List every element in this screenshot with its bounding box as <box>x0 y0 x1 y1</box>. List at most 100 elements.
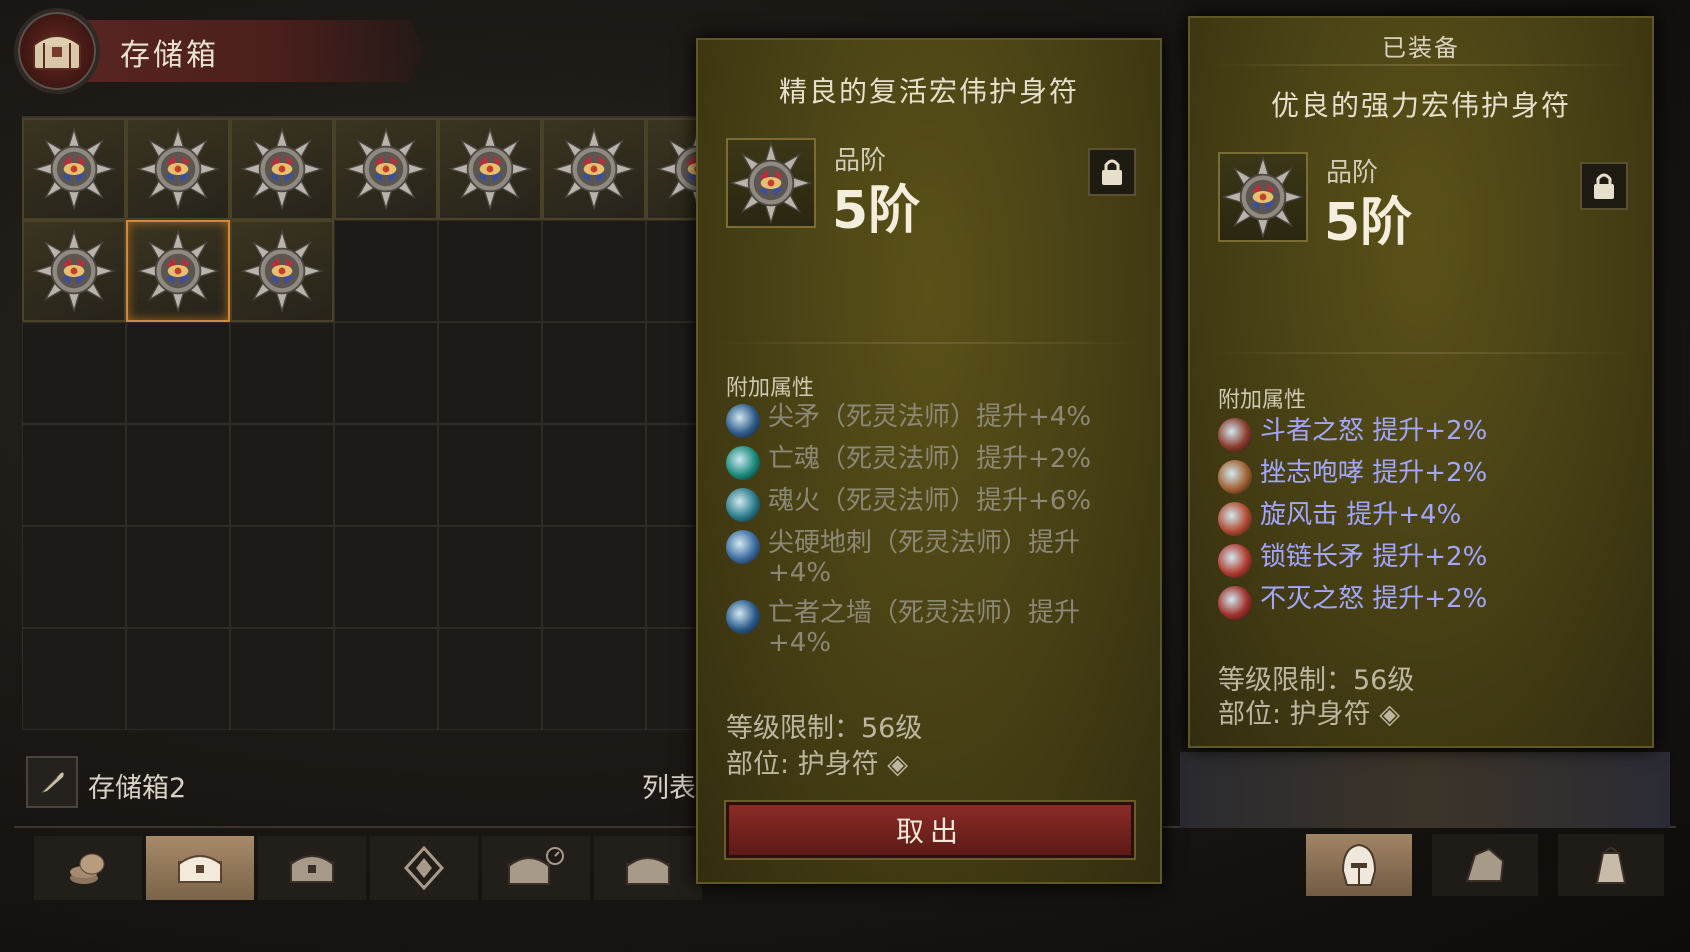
storage-grid <box>22 116 750 732</box>
inventory-slot[interactable] <box>126 526 230 628</box>
equipped-label: 已装备 <box>1382 34 1460 62</box>
inventory-slot[interactable] <box>438 628 542 730</box>
inventory-slot[interactable] <box>230 220 334 322</box>
attribute-text: 尖硬地刺（死灵法师）提升+4% <box>768 528 1081 588</box>
inventory-slot[interactable] <box>230 526 334 628</box>
level-requirement: 等级限制：56级 <box>726 713 923 744</box>
item-thumbnail <box>1218 152 1308 242</box>
item-thumbnail <box>726 138 816 228</box>
inventory-slot[interactable] <box>334 118 438 220</box>
tier-value: 5阶 <box>1324 193 1413 253</box>
inventory-slot[interactable] <box>22 526 126 628</box>
inventory-slot[interactable] <box>542 628 646 730</box>
inventory-slot[interactable] <box>230 424 334 526</box>
inventory-slot[interactable] <box>334 424 438 526</box>
tab-storage-extra[interactable] <box>594 836 702 900</box>
attribute-text: 魂火（死灵法师）提升+6% <box>768 486 1092 516</box>
tab-timed-storage[interactable] <box>482 836 590 900</box>
tab-storage-2[interactable] <box>258 836 366 900</box>
tab-equipment[interactable] <box>1306 834 1412 896</box>
inventory-slot[interactable] <box>542 220 646 322</box>
attribute-row: 旋风击 提升+4% <box>1218 500 1461 536</box>
rage-icon <box>1218 418 1252 452</box>
inventory-slot[interactable] <box>334 220 438 322</box>
chest-icon <box>290 855 334 883</box>
attribute-row: 尖硬地刺（死灵法师）提升+4% <box>726 528 1108 588</box>
attribute-row: 尖矛（死灵法师）提升+4% <box>726 402 1108 438</box>
inventory-slot[interactable] <box>438 424 542 526</box>
tab-storage-1[interactable] <box>146 836 254 900</box>
tab-gems[interactable] <box>370 836 478 900</box>
amulet-icon <box>135 126 221 212</box>
tab-materials[interactable] <box>1432 834 1538 896</box>
amulet-icon <box>135 228 221 314</box>
list-view-toggle[interactable]: 列表 <box>642 766 696 805</box>
chain-spear-icon <box>1218 544 1252 578</box>
inventory-slot[interactable] <box>542 526 646 628</box>
inventory-slot[interactable] <box>230 322 334 424</box>
chest-icon <box>626 857 670 885</box>
inventory-slot[interactable] <box>334 526 438 628</box>
inventory-slot[interactable] <box>126 220 230 322</box>
amulet-icon <box>239 126 325 212</box>
lock-button[interactable] <box>1580 162 1628 210</box>
item-slot: 部位: 护身符 ◈ <box>726 749 909 780</box>
attribute-row: 亡魂（死灵法师）提升+2% <box>726 444 1108 480</box>
storage-name: 存储箱2 <box>88 773 187 804</box>
inventory-slot[interactable] <box>126 628 230 730</box>
chest-icon <box>178 855 222 883</box>
whirlwind-icon <box>1218 502 1252 536</box>
inventory-slot[interactable] <box>438 322 542 424</box>
amulet-icon <box>343 126 429 212</box>
page-title: 存储箱 <box>120 38 219 73</box>
inventory-slot[interactable] <box>438 220 542 322</box>
ore-icon <box>1465 847 1505 882</box>
amulet-slot-icon: ◈ <box>887 749 909 780</box>
tab-inventory-bag[interactable] <box>1558 834 1664 896</box>
bag-icon <box>1595 847 1627 884</box>
rename-storage-button[interactable] <box>26 756 78 808</box>
attribute-row: 魂火（死灵法师）提升+6% <box>726 486 1108 522</box>
storage-header: 存储箱 <box>14 8 424 94</box>
attribute-row: 亡者之墙（死灵法师）提升+4% <box>726 598 1108 658</box>
inventory-slot[interactable] <box>542 322 646 424</box>
inventory-slot[interactable] <box>438 118 542 220</box>
gem-icon <box>403 846 445 890</box>
bone-wall-icon <box>726 600 760 634</box>
inventory-slot[interactable] <box>230 628 334 730</box>
chest-timer-icon <box>508 847 564 885</box>
lock-button[interactable] <box>1088 148 1136 196</box>
inventory-slot[interactable] <box>22 220 126 322</box>
inventory-slot[interactable] <box>126 424 230 526</box>
inventory-slot[interactable] <box>22 322 126 424</box>
take-out-button[interactable]: 取出 <box>726 802 1134 858</box>
lock-icon <box>1102 159 1122 185</box>
roar-icon <box>1218 460 1252 494</box>
item-name: 精良的复活宏伟护身符 <box>778 75 1079 108</box>
inventory-slot[interactable] <box>438 526 542 628</box>
chest-emblem-icon <box>14 8 100 94</box>
item-slot: 部位: 护身符 ◈ <box>1218 699 1401 730</box>
inventory-slot[interactable] <box>542 424 646 526</box>
inventory-slot[interactable] <box>542 118 646 220</box>
undying-icon <box>1218 586 1252 620</box>
divider <box>1210 64 1632 66</box>
inventory-slot[interactable] <box>230 118 334 220</box>
attribute-text: 旋风击 提升+4% <box>1260 500 1462 530</box>
inventory-slot[interactable] <box>22 628 126 730</box>
amulet-slot-icon: ◈ <box>1379 699 1401 730</box>
inventory-slot[interactable] <box>334 628 438 730</box>
lock-icon <box>1594 173 1614 199</box>
inventory-slot[interactable] <box>334 322 438 424</box>
ground-spike-icon <box>726 530 760 564</box>
item-name: 优良的强力宏伟护身符 <box>1270 89 1571 122</box>
inventory-slot[interactable] <box>126 118 230 220</box>
tab-currency[interactable] <box>34 836 142 900</box>
soul-icon <box>726 446 760 480</box>
inventory-slot[interactable] <box>22 118 126 220</box>
divider <box>1210 352 1632 354</box>
inventory-slot[interactable] <box>126 322 230 424</box>
divider <box>718 342 1140 344</box>
feather-icon <box>40 772 64 794</box>
inventory-slot[interactable] <box>22 424 126 526</box>
